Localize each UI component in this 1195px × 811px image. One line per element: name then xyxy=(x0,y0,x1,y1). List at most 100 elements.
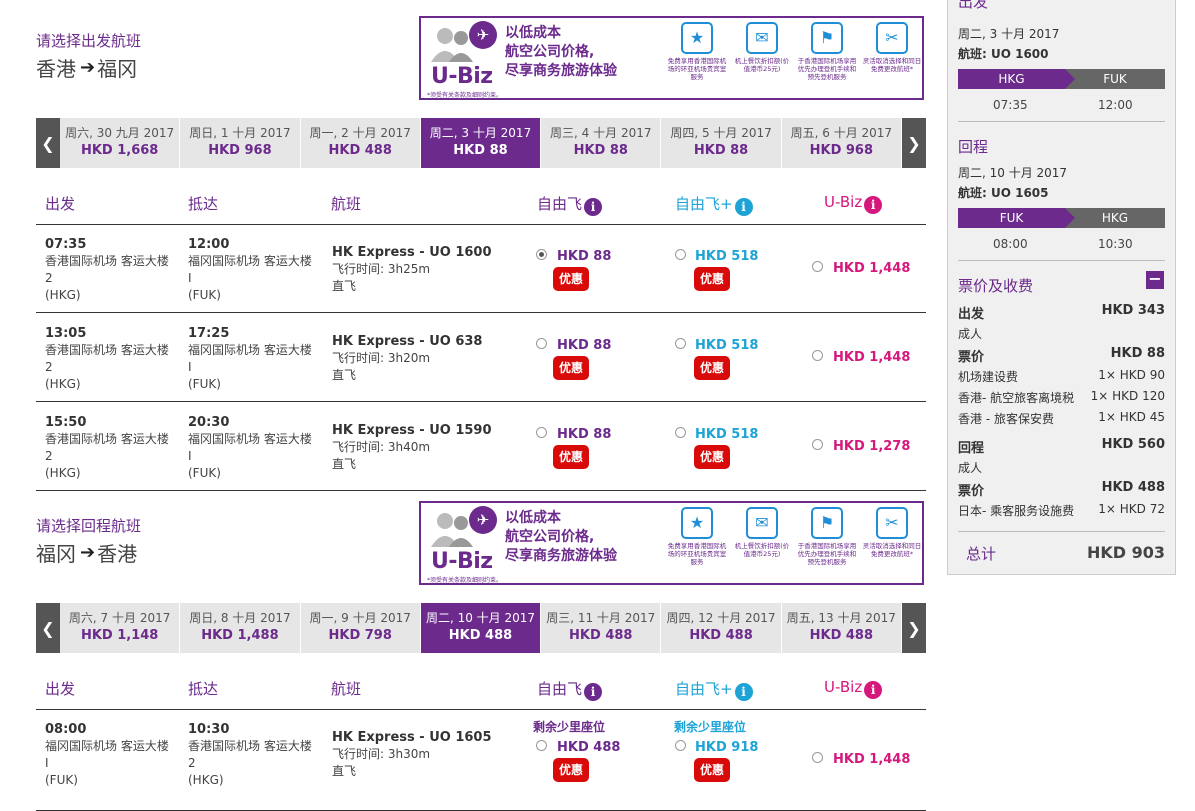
date-tab-price: HKD 1,668 xyxy=(80,143,159,158)
date-tab[interactable]: 周日, 1 十月 2017 HKD 968 xyxy=(180,118,300,168)
date-tab-date: 周日, 8 十月 2017 xyxy=(189,611,291,625)
fare-price-ubiz: HKD 1,448 xyxy=(833,350,911,365)
arrival-airport: 福冈国际机场 客运大楼 I xyxy=(188,343,312,374)
flight-info: HK Express - UO 638 飞行时间: 3h20m 直飞 xyxy=(332,333,482,384)
date-tab[interactable]: 周六, 30 九月 2017 HKD 1,668 xyxy=(60,118,180,168)
fee-value: 1× HKD 72 xyxy=(1098,502,1165,516)
fare-radio-ubiz[interactable] xyxy=(812,752,823,763)
banner-slogan: 以低成本 航空公司价格, 尽享商务旅游体验 xyxy=(505,509,617,566)
column-header-fare2: 自由飞+ i xyxy=(675,193,753,216)
fare-radio-plus[interactable] xyxy=(675,427,686,438)
info-icon[interactable]: i xyxy=(864,681,883,699)
fare-radio-ubiz[interactable] xyxy=(812,439,823,450)
fare-radio-standard[interactable] xyxy=(536,338,547,349)
date-tab-price: HKD 88 xyxy=(573,143,628,158)
fare-price-ubiz: HKD 1,448 xyxy=(833,752,911,767)
fare-price-ubiz: HKD 1,278 xyxy=(833,439,911,454)
date-tab[interactable]: 周五, 6 十月 2017 HKD 968 xyxy=(781,118,901,168)
info-icon[interactable]: i xyxy=(864,196,883,214)
next-dates-button[interactable]: ❯ xyxy=(901,603,926,653)
column-header-label: 抵达 xyxy=(188,195,219,213)
banner-fine-print: *须受有关条款及细则约束。 xyxy=(427,577,503,584)
fare-radio-ubiz[interactable] xyxy=(812,261,823,272)
outbound-table-header: 出发 抵达 航班 自由飞 i 自由飞+ i U-Biz i xyxy=(36,180,926,225)
banner-slogan-line: 尽享商务旅游体验 xyxy=(505,63,617,79)
deal-badge: 优惠 xyxy=(694,445,730,469)
flight-stops: 直飞 xyxy=(332,764,357,778)
arrival-time: 17:25 xyxy=(188,326,230,341)
date-tab-date: 周四, 12 十月 2017 xyxy=(666,611,776,625)
date-tab-price: HKD 968 xyxy=(809,143,874,158)
prev-dates-button[interactable]: ❮ xyxy=(36,118,60,168)
info-icon[interactable]: i xyxy=(584,198,603,216)
flight-duration: 飞行时间: 3h20m xyxy=(332,351,431,365)
prev-dates-button[interactable]: ❮ xyxy=(36,603,60,653)
date-tab[interactable]: 周三, 11 十月 2017 HKD 488 xyxy=(541,603,661,653)
flight-duration: 飞行时间: 3h30m xyxy=(332,747,431,761)
ubiz-banner[interactable]: ✈ U-Biz 以低成本 航空公司价格, 尽享商务旅游体验 *须受有关条款及细则约束。 ★ 免… xyxy=(419,16,924,100)
departure-code: (HKG) xyxy=(45,288,81,302)
departure-time: 07:35 xyxy=(45,237,87,252)
date-tab-price: HKD 488 xyxy=(569,628,633,643)
date-tab[interactable]: 周三, 4 十月 2017 HKD 88 xyxy=(541,118,661,168)
column-header-dep: 出发 xyxy=(45,193,75,214)
info-icon[interactable]: i xyxy=(734,683,753,701)
arrival-code: (FUK) xyxy=(188,466,221,480)
date-tab-date: 周三, 11 十月 2017 xyxy=(546,611,656,625)
arrival-airport: 福冈国际机场 客运大楼 I xyxy=(188,254,312,285)
flight-stops: 直飞 xyxy=(332,279,357,293)
departure-airport: 香港国际机场 客运大楼 2 xyxy=(45,432,169,463)
sidebar-departure-time: 07:35 xyxy=(993,98,1028,112)
fare-radio-plus[interactable] xyxy=(675,740,686,751)
departure-airport: 福冈国际机场 客运大楼 I xyxy=(45,739,169,770)
date-tab[interactable]: 周一, 2 十月 2017 HKD 488 xyxy=(300,118,420,168)
divider xyxy=(958,121,1165,122)
banner-slogan-line: 尽享商务旅游体验 xyxy=(505,548,617,564)
fare-price-plus: HKD 518 xyxy=(695,338,759,353)
few-seats-notice: 剩余少里座位 xyxy=(533,720,606,734)
column-header-fare3: U-Biz i xyxy=(824,678,883,699)
return-date-strip: ❮ 周六, 7 十月 2017 HKD 1,148 周日, 8 十月 2017 HKD … xyxy=(36,603,926,653)
date-tab[interactable]: 周二, 10 十月 2017 HKD 488 xyxy=(420,603,541,653)
plane-icon: ✈ xyxy=(469,21,497,49)
banner-feature: ✂ 灵活取消选择和同日免费更改航班* xyxy=(862,507,922,558)
fee-label: 香港 - 旅客保安费 xyxy=(958,412,1054,426)
collapse-fees-button[interactable]: − xyxy=(1146,271,1164,289)
date-tab[interactable]: 周二, 3 十月 2017 HKD 88 xyxy=(420,118,541,168)
flight-number: HK Express - UO 1590 xyxy=(332,423,492,438)
ubiz-banner[interactable]: ✈ U-Biz 以低成本 航空公司价格, 尽享商务旅游体验 *须受有关条款及细则约束。 ★ 免… xyxy=(419,501,924,585)
fare-radio-standard[interactable] xyxy=(536,249,547,260)
column-header-label: 自由飞 xyxy=(537,195,583,213)
outbound-destination: 福冈 xyxy=(97,57,138,81)
date-tab[interactable]: 周五, 13 十月 2017 HKD 488 xyxy=(781,603,901,653)
banner-feature-text: 免费享用香港国际机场的环亚机场贵宾室服务 xyxy=(667,57,727,81)
date-tab[interactable]: 周四, 5 十月 2017 HKD 88 xyxy=(661,118,781,168)
arrival-time: 20:30 xyxy=(188,415,230,430)
date-tab[interactable]: 周一, 9 十月 2017 HKD 798 xyxy=(300,603,420,653)
column-header-fare1: 自由飞 i xyxy=(537,678,603,701)
fare-radio-standard[interactable] xyxy=(536,427,547,438)
flight-row: 07:35 香港国际机场 客运大楼 2 (HKG) 12:00 福冈国际机场 客运大楼 … xyxy=(36,224,926,313)
fee-value: HKD 88 xyxy=(1110,346,1165,361)
ubiz-logo: U-Biz xyxy=(431,64,493,89)
arrival-info: 12:00 福冈国际机场 客运大楼 I (FUK) xyxy=(188,236,313,304)
fee-value: 1× HKD 45 xyxy=(1098,410,1165,424)
fare-radio-plus[interactable] xyxy=(675,249,686,260)
arrival-time: 12:00 xyxy=(188,237,230,252)
date-tab-price: HKD 488 xyxy=(448,628,513,643)
fare-radio-standard[interactable] xyxy=(536,740,547,751)
date-tab-date: 周六, 7 十月 2017 xyxy=(68,611,171,625)
info-icon[interactable]: i xyxy=(584,683,603,701)
flight-info: HK Express - UO 1590 飞行时间: 3h40m 直飞 xyxy=(332,422,492,473)
info-icon[interactable]: i xyxy=(734,198,753,216)
next-dates-button[interactable]: ❯ xyxy=(901,118,926,168)
date-tab[interactable]: 周四, 12 十月 2017 HKD 488 xyxy=(661,603,781,653)
fare-radio-plus[interactable] xyxy=(675,338,686,349)
date-tab-date: 周一, 9 十月 2017 xyxy=(309,611,411,625)
departure-time: 15:50 xyxy=(45,415,87,430)
deal-badge: 优惠 xyxy=(553,267,589,291)
date-tab[interactable]: 周日, 8 十月 2017 HKD 1,488 xyxy=(180,603,300,653)
column-header-fare2: 自由飞+ i xyxy=(675,678,753,701)
fare-radio-ubiz[interactable] xyxy=(812,350,823,361)
date-tab[interactable]: 周六, 7 十月 2017 HKD 1,148 xyxy=(60,603,180,653)
